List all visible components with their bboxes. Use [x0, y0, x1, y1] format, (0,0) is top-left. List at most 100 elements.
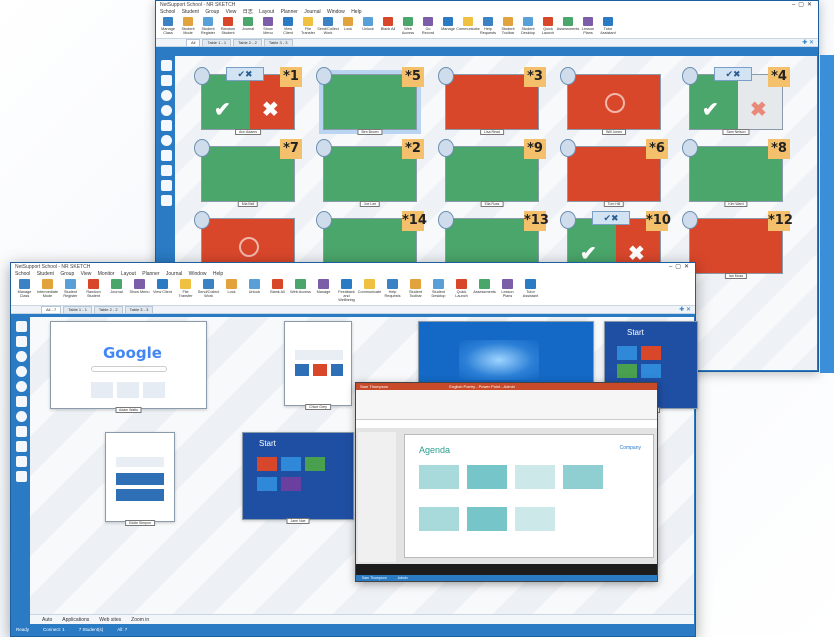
ribbon-button[interactable]: Student Desktop: [428, 279, 449, 298]
menu-item[interactable]: 日志: [243, 9, 253, 15]
ribbon-button[interactable]: Student Toolbar: [499, 17, 517, 35]
ribbon-button[interactable]: File Transfer: [299, 17, 317, 35]
ribbon-button[interactable]: Assessments: [473, 279, 496, 294]
menu-item[interactable]: Layout: [259, 9, 274, 15]
ribbon-button[interactable]: Lock: [221, 279, 242, 294]
printer-icon[interactable]: [15, 426, 27, 437]
student-tile[interactable]: *8 Kim Ward: [682, 139, 790, 207]
resize-icon[interactable]: [160, 195, 172, 206]
ribbon-button[interactable]: File Transfer: [175, 279, 196, 298]
menu-item[interactable]: School: [15, 271, 30, 277]
student-tile[interactable]: ✔ ✖ ✔✖ *4 Sam Nelson: [682, 67, 790, 135]
monitor-icon[interactable]: [15, 336, 27, 347]
ribbon-button[interactable]: Blank All: [267, 279, 288, 294]
users-icon[interactable]: [15, 441, 27, 452]
menu-item[interactable]: Help: [351, 9, 361, 15]
grid-icon[interactable]: [160, 120, 172, 131]
menu-item[interactable]: View: [226, 9, 237, 15]
ribbon-button[interactable]: View Client: [152, 279, 173, 294]
student-tile[interactable]: *7 Mia Bell: [194, 139, 302, 207]
ribbon-button[interactable]: Tutor Assistant: [599, 17, 617, 35]
menu-item[interactable]: Window: [327, 9, 345, 15]
ribbon-button[interactable]: Send/Collect Work: [317, 17, 339, 35]
ribbon-button[interactable]: Quick Launch: [451, 279, 472, 298]
ribbon-button[interactable]: Random Student: [219, 17, 237, 35]
ribbon-button[interactable]: Unlock: [244, 279, 265, 294]
monitor-icon[interactable]: [160, 75, 172, 86]
globe-icon[interactable]: [15, 381, 27, 392]
student-thumbnail-chloe[interactable]: Chloe Grey: [284, 321, 352, 410]
student-thumbnail-eddie[interactable]: Eddie Simpon: [105, 432, 175, 526]
menu-item[interactable]: Window: [189, 271, 207, 277]
ribbon-button[interactable]: Assessments: [557, 17, 579, 31]
headset-icon[interactable]: [15, 351, 27, 362]
ribbon-button[interactable]: Journal: [106, 279, 127, 294]
student-thumbnail-sam[interactable]: [418, 321, 594, 391]
ribbon-button[interactable]: Tutor Assistant: [520, 279, 541, 298]
window-controls[interactable]: –▢✕: [669, 263, 692, 271]
dot-icon[interactable]: [15, 366, 27, 377]
ribbon-button[interactable]: Journal: [239, 17, 257, 31]
tab-controls[interactable]: ✚ ✕: [679, 306, 691, 313]
student-thumbnail-adam[interactable]: Google Adam Watts: [50, 321, 207, 413]
menu-item[interactable]: Group: [205, 9, 219, 15]
ribbon-button[interactable]: Lock: [339, 17, 357, 31]
student-tile[interactable]: *3 Lisa Read: [438, 67, 546, 135]
tab-table-2[interactable]: Table 2 - 2: [93, 306, 123, 313]
ribbon-button[interactable]: Quick Launch: [539, 17, 557, 35]
student-tile[interactable]: *2 Joe Lee: [316, 139, 424, 207]
ribbon-button[interactable]: Help Requests: [479, 17, 497, 35]
student-tile[interactable]: Will Jones: [560, 67, 661, 135]
menu-item[interactable]: Journal: [304, 9, 320, 15]
ribbon-button[interactable]: Intermediate Mode: [37, 279, 58, 298]
tab-all[interactable]: All: [186, 39, 201, 46]
ribbon-button[interactable]: Student Toolbar: [405, 279, 426, 298]
menu-item[interactable]: School: [160, 9, 175, 15]
users-icon[interactable]: [160, 165, 172, 176]
ribbon-button[interactable]: Manage: [313, 279, 334, 294]
ribbon-button[interactable]: Manage Class: [159, 17, 177, 35]
tab-all[interactable]: All - 7: [41, 306, 62, 313]
ribbon-button[interactable]: Help Requests: [382, 279, 403, 298]
menu-item[interactable]: View: [81, 271, 92, 277]
headset-icon[interactable]: [160, 90, 172, 101]
tab-table-3[interactable]: Table 3 - 3: [263, 39, 293, 46]
ribbon-button[interactable]: Student Register: [60, 279, 81, 298]
menu-item[interactable]: Planner: [281, 9, 298, 15]
ribbon-button[interactable]: Go Record: [419, 17, 437, 35]
resize-icon[interactable]: [15, 471, 27, 482]
zoom-in-button[interactable]: Zoom in: [131, 617, 149, 623]
tab-table-2[interactable]: Table 2 - 2: [233, 39, 262, 46]
student-tile[interactable]: *6 Tom Hill: [560, 139, 668, 207]
tab-controls[interactable]: ✚ ✕: [802, 39, 814, 46]
tab-table-1[interactable]: Table 1 - 1: [63, 306, 92, 313]
home-icon[interactable]: [15, 321, 27, 332]
ribbon-button[interactable]: Student Desktop: [519, 17, 537, 35]
menu-item[interactable]: Student: [182, 9, 199, 15]
ribbon-button[interactable]: Show Menu: [129, 279, 150, 294]
circle-icon[interactable]: [15, 411, 27, 422]
student-thumbnail-jane[interactable]: Start Jane Noe: [242, 432, 354, 524]
ribbon-button[interactable]: Manage: [439, 17, 457, 31]
ribbon-button[interactable]: Unlock: [359, 17, 377, 31]
window-controls[interactable]: –▢✕: [792, 1, 815, 9]
apps-icon[interactable]: [15, 456, 27, 467]
student-tile[interactable]: *5 Ben Brown: [316, 67, 424, 135]
ribbon-button[interactable]: Student Register: [199, 17, 217, 35]
dot-icon[interactable]: [160, 135, 172, 146]
ribbon-button[interactable]: Random Student: [83, 279, 104, 298]
menu-item[interactable]: Student: [37, 271, 54, 277]
globe-icon[interactable]: [160, 105, 172, 116]
applications-button[interactable]: Applications: [62, 617, 89, 623]
apps-icon[interactable]: [160, 180, 172, 191]
ribbon-button[interactable]: Student Mode: [179, 17, 197, 35]
ribbon-button[interactable]: Send/Collect Work: [198, 279, 219, 298]
menu-item[interactable]: Group: [60, 271, 74, 277]
ribbon-button[interactable]: Lesson Plans: [497, 279, 518, 298]
student-tile[interactable]: *9 Ella Ross: [438, 139, 546, 207]
home-icon[interactable]: [160, 60, 172, 71]
printer-icon[interactable]: [160, 150, 172, 161]
ribbon-button[interactable]: Blank All: [379, 17, 397, 31]
ribbon-button[interactable]: Communicate: [358, 279, 381, 294]
menu-item[interactable]: Planner: [142, 271, 159, 277]
